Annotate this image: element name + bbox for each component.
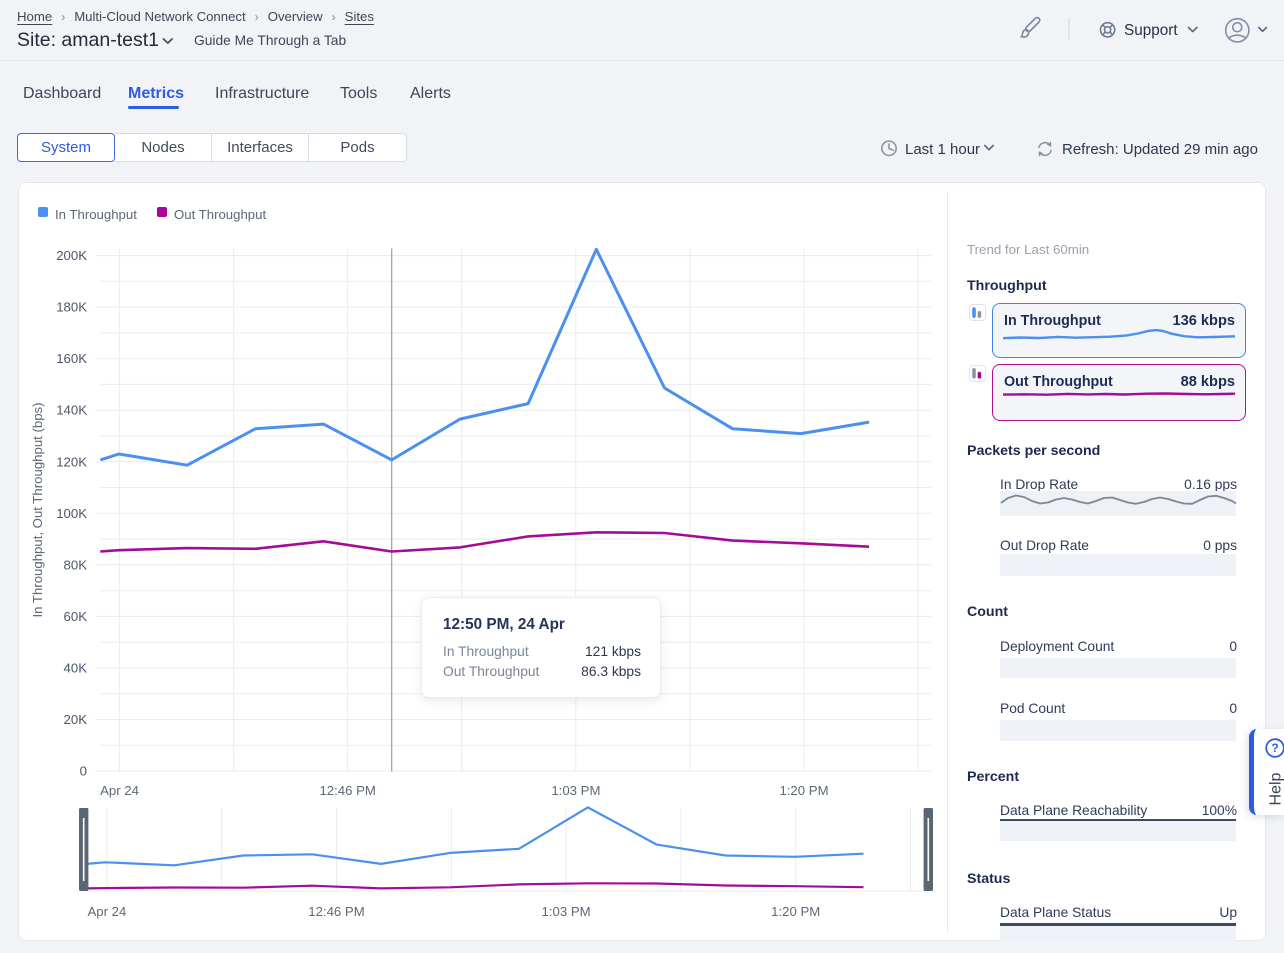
svg-text:Support: Support bbox=[1124, 22, 1178, 39]
svg-text:?: ? bbox=[1271, 741, 1278, 755]
